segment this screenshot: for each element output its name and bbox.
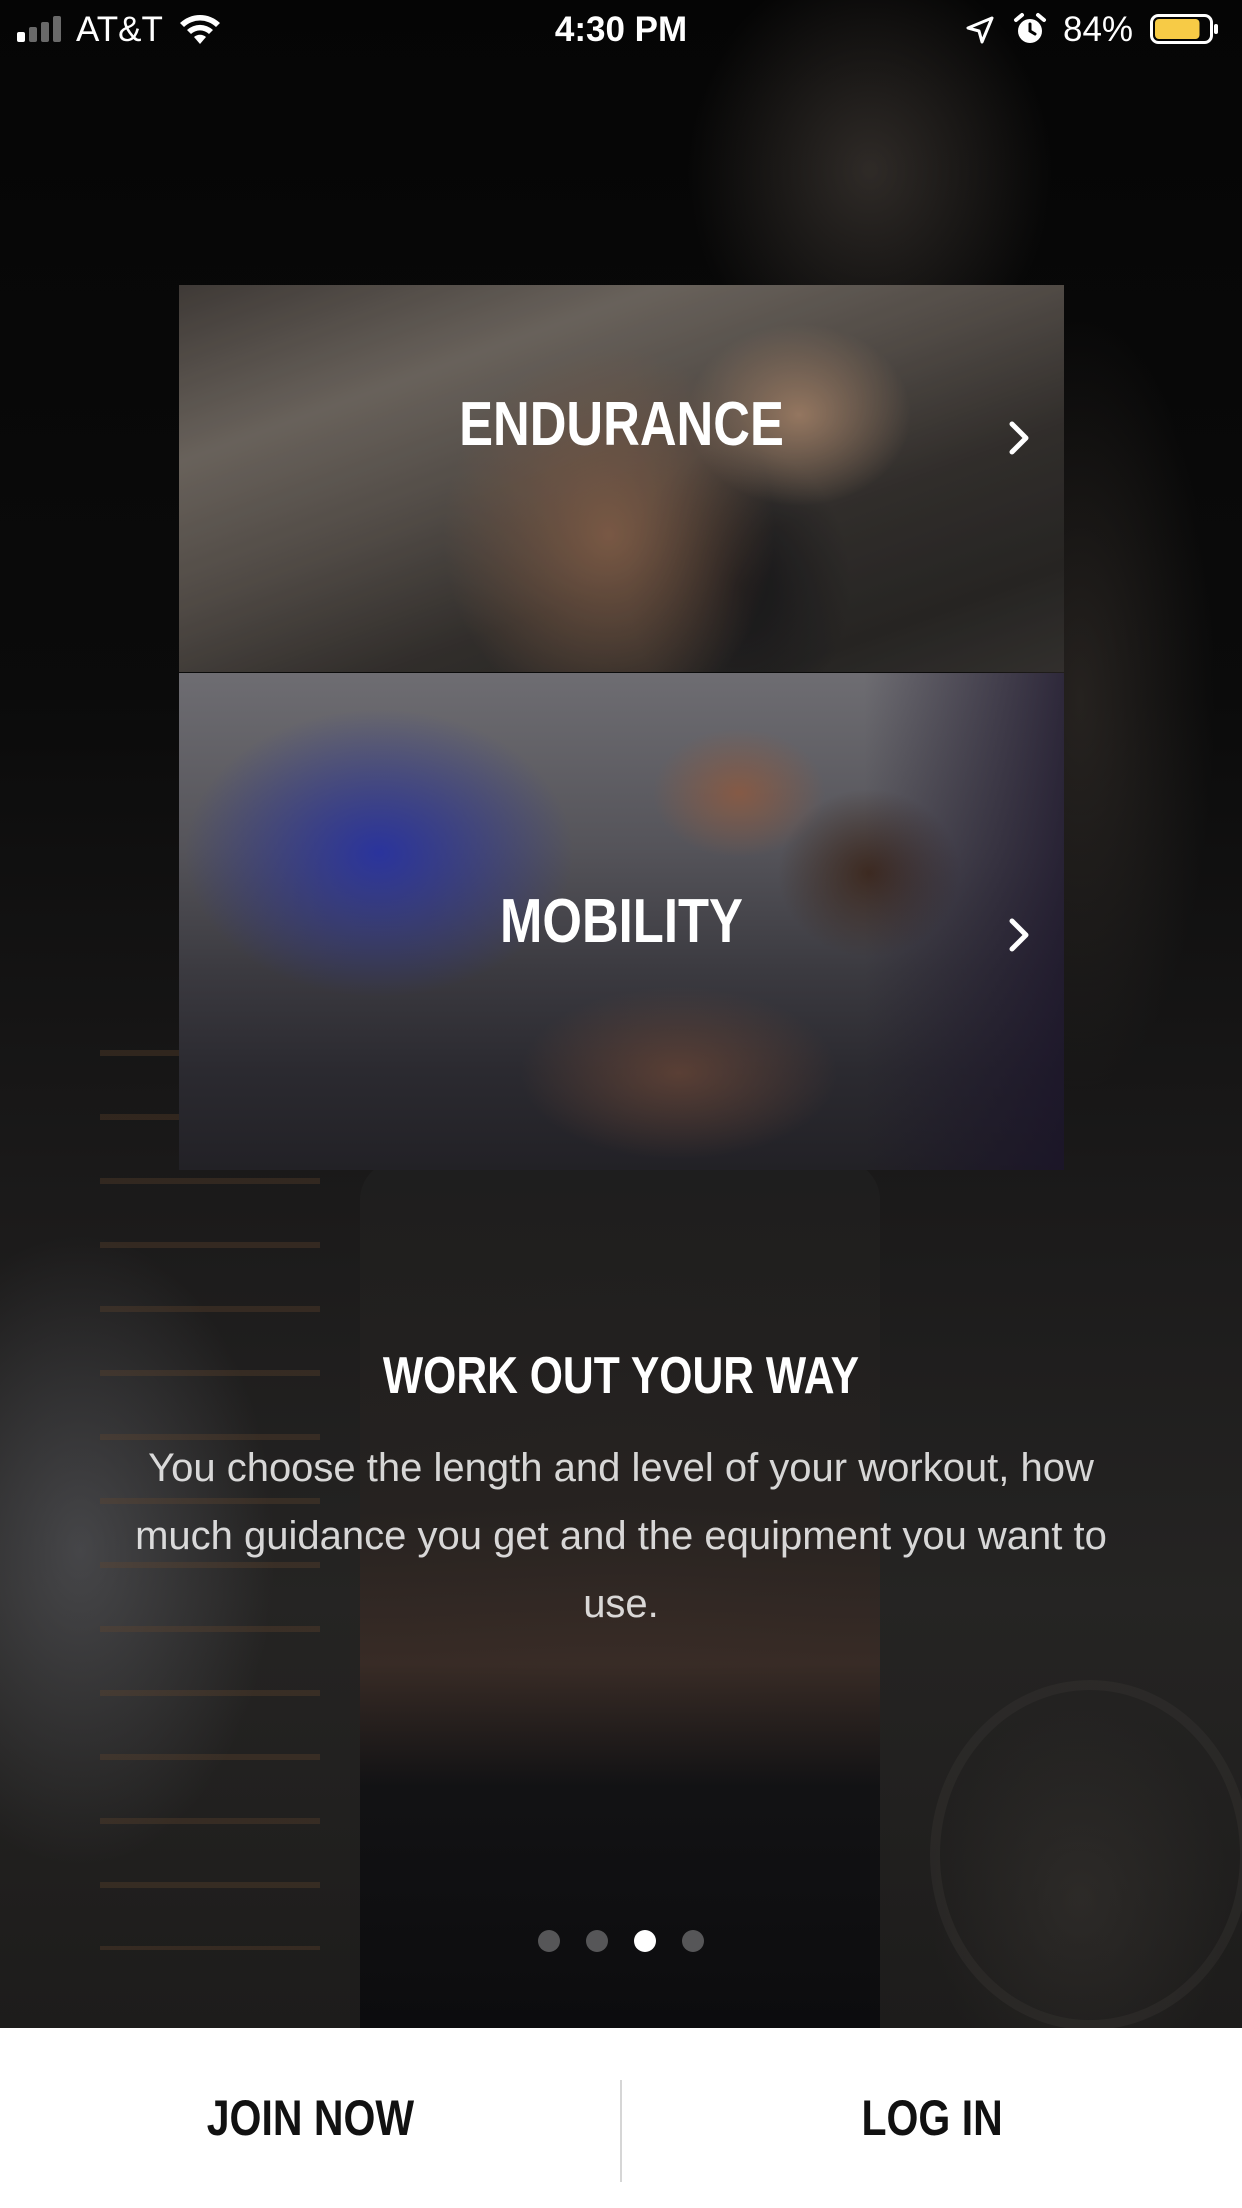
onboarding-screen: AT&T 4:30 PM 84% ENDURANCE MOBILITY WORK… <box>0 0 1242 2208</box>
join-now-label: JOIN NOW <box>206 2090 414 2146</box>
chevron-right-icon <box>1009 421 1029 455</box>
page-indicator[interactable] <box>0 1930 1242 1952</box>
page-dot-active[interactable] <box>634 1930 656 1952</box>
card-mobility[interactable]: MOBILITY <box>179 673 1064 1170</box>
page-dot[interactable] <box>538 1930 560 1952</box>
page-dot[interactable] <box>682 1930 704 1952</box>
background-weights <box>930 1680 1242 2030</box>
card-endurance[interactable]: ENDURANCE <box>179 285 1064 672</box>
onboarding-description: You choose the length and level of your … <box>135 1446 1107 1626</box>
chevron-right-icon <box>1009 918 1029 952</box>
join-now-button[interactable]: JOIN NOW <box>0 2028 620 2208</box>
card-title-mobility: MOBILITY <box>500 887 743 956</box>
location-icon <box>966 16 994 44</box>
card-title-endurance: ENDURANCE <box>459 390 784 459</box>
page-dot[interactable] <box>586 1930 608 1952</box>
status-bar: AT&T 4:30 PM 84% <box>0 0 1242 60</box>
bottom-action-bar: JOIN NOW LOG IN <box>0 2028 1242 2208</box>
alarm-icon <box>1014 13 1046 43</box>
clock-time: 4:30 PM <box>554 10 688 49</box>
onboarding-headline: WORK OUT YOUR WAY <box>382 1347 860 1405</box>
log-in-button[interactable]: LOG IN <box>622 2028 1242 2208</box>
log-in-label: LOG IN <box>861 2090 1003 2146</box>
battery-percent: 84% <box>1063 10 1134 49</box>
battery-icon <box>1150 14 1218 44</box>
